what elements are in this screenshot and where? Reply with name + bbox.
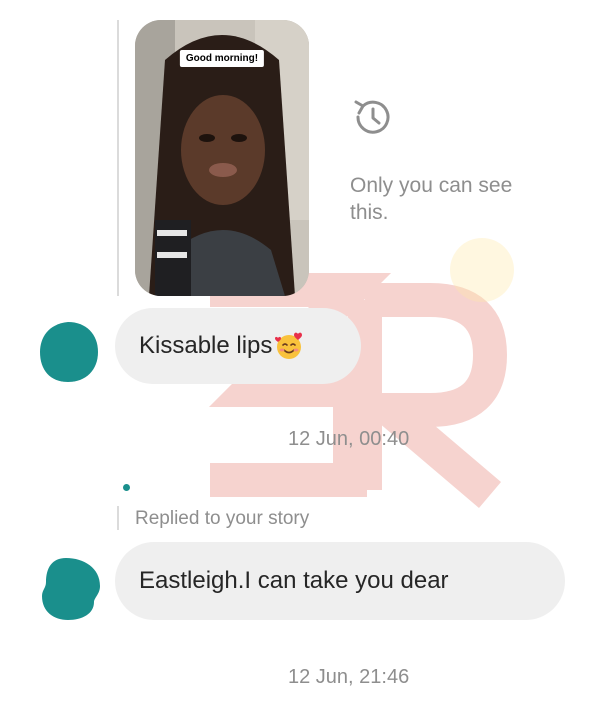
watermark-logo [208, 273, 508, 508]
replied-to-story-label: Replied to your story [135, 508, 310, 529]
message-text: Kissable lips [139, 332, 273, 359]
message-text: Eastleigh.I can take you dear [139, 567, 449, 594]
message-timestamp: 12 Jun, 00:40 [288, 428, 410, 450]
visibility-notice: Only you can see this. [350, 174, 513, 224]
story-thumbnail[interactable]: Good morning! [135, 20, 309, 296]
story-reply-rail [117, 20, 119, 296]
story-sticker: Good morning! [179, 50, 265, 67]
history-icon [354, 100, 390, 134]
message-bubble[interactable]: Kissable lips [115, 308, 361, 384]
avatar[interactable] [38, 320, 100, 384]
message-bubble[interactable]: Eastleigh.I can take you dear [115, 542, 565, 620]
watermark-dot [450, 238, 514, 302]
status-dot [123, 484, 130, 491]
message-timestamp: 12 Jun, 21:46 [288, 666, 410, 688]
reply-rail [117, 506, 119, 530]
smiling-face-with-hearts-icon [275, 332, 303, 359]
avatar[interactable] [38, 556, 102, 622]
